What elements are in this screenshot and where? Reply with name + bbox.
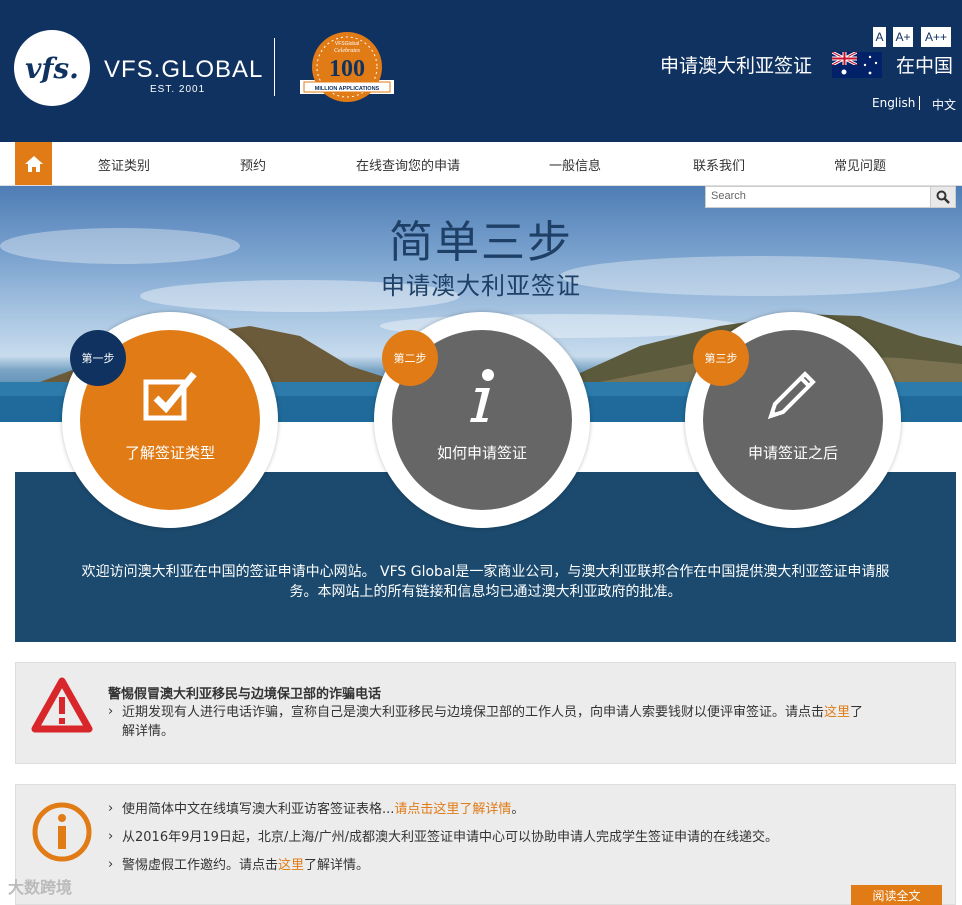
step-2-badge: 第二步: [382, 330, 438, 386]
notice-box: › 使用简体中文在线填写澳大利亚访客签证表格...请点击这里了解详情。 › 从2…: [15, 784, 956, 905]
australia-flag-icon: [832, 52, 882, 78]
notice-line-3-link[interactable]: 这里: [278, 858, 304, 873]
step-2-circle[interactable]: 如何申请签证 第二步: [374, 312, 590, 528]
home-icon: [24, 155, 43, 172]
step-3-label: 申请签证之后: [747, 444, 838, 462]
chevron-right-icon: ›: [108, 829, 114, 844]
site-header: vfs. VFS.GLOBAL EST. 2001 VFSGlobal Cele…: [0, 0, 962, 142]
scam-alert-title: 警惕假冒澳大利亚移民与边境保卫部的诈骗电话: [108, 687, 382, 702]
step-3-badge: 第三步: [693, 330, 749, 386]
lang-separator: [919, 96, 920, 110]
font-size-normal-button[interactable]: A: [873, 27, 886, 47]
chevron-right-icon: ›: [108, 704, 114, 719]
notice-line-1-link[interactable]: 请点击这里了解详情: [394, 802, 511, 817]
nav-track-application[interactable]: 在线查询您的申请: [356, 155, 460, 174]
watermark-text: 大数跨境: [8, 878, 73, 897]
nav-faq[interactable]: 常见问题: [834, 155, 886, 174]
badge-line3: MILLION APPLICATIONS: [315, 86, 380, 92]
lang-chinese-link[interactable]: 中文: [932, 96, 956, 113]
notice-line-2: 从2016年9月19日起，北京/上海/广州/成都澳大利亚签证申请中心可以协助申请…: [122, 830, 779, 845]
brand-name: VFS.GLOBAL: [104, 56, 264, 83]
scam-alert-text: 近期发现有人进行电话诈骗，宣称自己是澳大利亚移民与边境保卫部的工作人员，向申请人…: [122, 705, 864, 739]
intro-text: 欢迎访问澳大利亚在中国的签证申请中心网站。 VFS Global是一家商业公司，…: [81, 564, 890, 600]
main-nav: 签证类别 预约 在线查询您的申请 一般信息 联系我们 常见问题: [0, 142, 962, 186]
warning-icon: [31, 677, 93, 733]
pencil-icon: [767, 371, 816, 420]
font-size-xlarge-button[interactable]: A++: [921, 27, 951, 47]
hero-subtitle: 申请澳大利亚签证: [381, 272, 581, 300]
notice-line-1: 使用简体中文在线填写澳大利亚访客签证表格...请点击这里了解详情。: [122, 802, 525, 817]
home-button[interactable]: [15, 142, 52, 185]
info-circle-icon: [32, 802, 92, 862]
step-1-circle[interactable]: 了解签证类型 第一步: [62, 312, 278, 528]
badge-line2: Celebrates: [334, 48, 361, 54]
chevron-right-icon: ›: [108, 857, 114, 872]
font-size-large-button[interactable]: A+: [893, 27, 913, 47]
search-input[interactable]: Search: [705, 186, 931, 208]
header-location: 在中国: [896, 55, 954, 77]
nav-contact-us[interactable]: 联系我们: [693, 155, 745, 174]
step-2-label: 如何申请签证: [436, 444, 527, 462]
header-divider: [274, 38, 275, 96]
100-million-badge: VFSGlobal Celebrates 100 MILLION APPLICA…: [300, 32, 394, 102]
read-more-button[interactable]: 阅读全文: [851, 885, 942, 905]
nav-appointment[interactable]: 预约: [240, 155, 266, 174]
brand-est: EST. 2001: [150, 84, 206, 95]
step-1-label: 了解签证类型: [124, 444, 215, 462]
header-title: 申请澳大利亚签证: [660, 55, 813, 77]
hero-title: 简单三步: [389, 217, 573, 268]
nav-general-info[interactable]: 一般信息: [549, 155, 601, 174]
search-icon: [936, 190, 950, 204]
search-button[interactable]: [930, 186, 956, 208]
step-3-circle[interactable]: 申请签证之后 第三步: [685, 312, 901, 528]
nav-visa-types[interactable]: 签证类别: [98, 155, 150, 174]
scam-alert-box: 警惕假冒澳大利亚移民与边境保卫部的诈骗电话 › 近期发现有人进行电话诈骗，宣称自…: [15, 662, 956, 764]
scam-alert-link[interactable]: 这里: [824, 705, 850, 720]
info-icon: [470, 369, 494, 422]
step-1-badge: 第一步: [70, 330, 126, 386]
checkbox-icon: [143, 371, 197, 421]
chevron-right-icon: ›: [108, 801, 114, 816]
badge-line1: VFSGlobal: [335, 41, 359, 47]
notice-line-3: 警惕虚假工作邀约。请点击这里了解详情。: [122, 858, 370, 873]
badge-number: 100: [329, 56, 365, 82]
lang-english-link[interactable]: English: [872, 96, 915, 110]
vfs-logo[interactable]: vfs.: [14, 30, 90, 106]
